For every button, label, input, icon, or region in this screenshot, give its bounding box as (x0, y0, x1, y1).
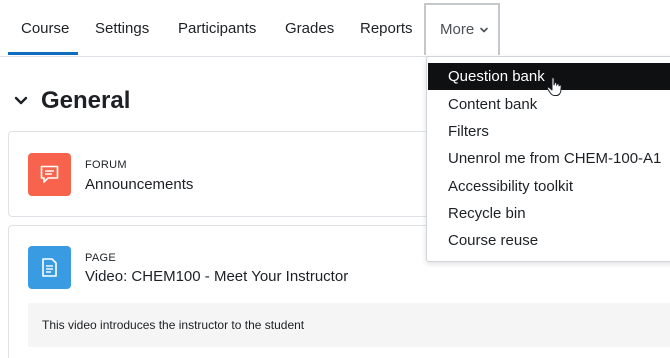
hand-pointer-icon (546, 77, 562, 96)
activity-description: This video introduces the instructor to … (28, 303, 670, 347)
course-secondary-nav: Course Settings Participants Grades Repo… (0, 0, 670, 57)
tab-settings[interactable]: Settings (95, 0, 149, 57)
tab-participants[interactable]: Participants (178, 0, 256, 57)
collapse-section-icon[interactable] (12, 92, 30, 110)
menu-item-recycle-bin[interactable]: Recycle bin (428, 200, 670, 227)
forum-icon[interactable] (28, 153, 71, 196)
activity-type-label: PAGE (85, 252, 116, 264)
tab-more[interactable]: More (424, 3, 500, 55)
activity-name-link[interactable]: Announcements (85, 176, 193, 193)
menu-item-filters[interactable]: Filters (428, 118, 670, 145)
active-tab-indicator (8, 52, 78, 55)
tab-more-label: More (440, 21, 475, 38)
chevron-down-icon (480, 27, 488, 33)
activity-description-text: This video introduces the instructor to … (42, 318, 305, 332)
menu-item-course-reuse[interactable]: Course reuse (428, 227, 670, 254)
menu-item-unenrol[interactable]: Unenrol me from CHEM-100-A1 (428, 145, 670, 172)
tab-reports[interactable]: Reports (360, 0, 413, 57)
tab-course[interactable]: Course (21, 0, 69, 57)
section-title: General (41, 87, 131, 114)
tab-grades[interactable]: Grades (285, 0, 334, 57)
activity-name-link[interactable]: Video: CHEM100 - Meet Your Instructor (85, 268, 348, 285)
menu-item-accessibility-toolkit[interactable]: Accessibility toolkit (428, 173, 670, 200)
page-icon[interactable] (28, 246, 71, 289)
activity-type-label: FORUM (85, 159, 127, 171)
